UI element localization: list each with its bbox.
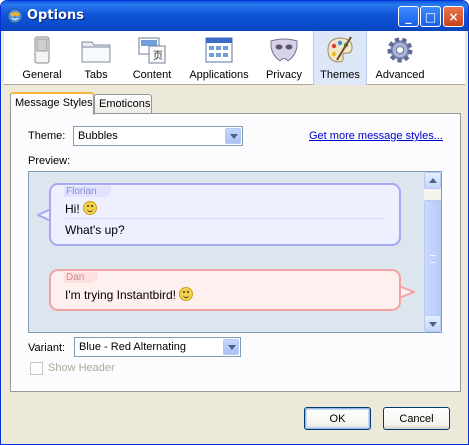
pane-tabs[interactable]: Tabs — [72, 31, 120, 85]
options-window: Options _ □ × General Tabs 页 Content App… — [0, 0, 469, 445]
tab-emoticons[interactable]: Emoticons — [94, 94, 152, 114]
pane-tabs-label: Tabs — [84, 69, 108, 81]
theme-select[interactable]: Bubbles — [73, 126, 243, 146]
pane-general-label: General — [22, 69, 62, 81]
close-button[interactable]: × — [443, 6, 464, 27]
pane-themes[interactable]: Themes — [313, 31, 367, 85]
chevron-down-icon[interactable] — [225, 128, 241, 144]
app-icon — [7, 8, 23, 24]
pane-applications[interactable]: Applications — [186, 31, 252, 85]
message-text: Hi! — [65, 202, 80, 216]
pane-advanced[interactable]: Advanced — [371, 31, 429, 85]
smiley-icon — [179, 287, 193, 301]
theme-select-value: Bubbles — [78, 130, 118, 142]
ok-button[interactable]: OK — [304, 407, 371, 430]
switch-icon — [34, 36, 50, 64]
pane-content-label: Content — [132, 69, 172, 81]
preview-label: Preview: — [28, 155, 71, 167]
bubble-tail — [399, 285, 415, 299]
maximize-button[interactable]: □ — [420, 6, 441, 27]
palette-icon — [327, 36, 353, 63]
close-icon: × — [448, 9, 459, 24]
pane-content[interactable]: 页 Content — [125, 31, 179, 85]
gear-icon — [387, 37, 413, 63]
preview-scrollbar[interactable] — [424, 172, 441, 332]
theme-label: Theme: — [28, 130, 66, 142]
message-line: I'm trying Instantbird! — [65, 287, 193, 302]
applications-icon — [205, 37, 233, 63]
scroll-thumb[interactable] — [424, 200, 441, 316]
pane-privacy[interactable]: Privacy — [259, 31, 309, 85]
message-line: Hi! — [65, 201, 97, 216]
maximize-icon: □ — [424, 9, 437, 24]
message-bubble-florian: Florian Hi! What's up? — [49, 183, 401, 246]
mask-icon — [270, 38, 298, 62]
pane-advanced-label: Advanced — [375, 69, 425, 81]
variant-select-value: Blue - Red Alternating — [79, 341, 187, 353]
variant-label: Variant: — [28, 342, 66, 354]
content-icon: 页 — [138, 37, 166, 64]
minimize-button[interactable]: _ — [398, 6, 419, 27]
pane-themes-label: Themes — [320, 69, 360, 81]
message-line: What's up? — [65, 223, 125, 237]
pane-privacy-label: Privacy — [265, 69, 303, 81]
scroll-up-icon[interactable] — [424, 172, 441, 189]
tabs-folder-icon — [81, 41, 111, 63]
message-bubble-dan: Dan I'm trying Instantbird! — [49, 269, 401, 311]
tab-message-styles[interactable]: Message Styles — [10, 92, 94, 115]
sender-name: Florian — [64, 186, 111, 197]
pane-general[interactable]: General — [16, 31, 68, 85]
chevron-down-icon[interactable] — [223, 339, 239, 355]
minimize-icon: _ — [405, 9, 412, 24]
scroll-down-icon[interactable] — [424, 315, 441, 332]
pane-applications-label: Applications — [189, 69, 249, 81]
show-header-label: Show Header — [48, 362, 115, 374]
prefpane-toolbar: General Tabs 页 Content Applications Priv… — [4, 31, 465, 85]
message-separator — [65, 218, 385, 219]
preview-pane[interactable]: Florian Hi! What's up? Dan I'm trying In… — [28, 171, 442, 333]
show-header-checkbox[interactable] — [30, 362, 43, 375]
cancel-button[interactable]: Cancel — [383, 407, 450, 430]
message-text: I'm trying Instantbird! — [65, 288, 176, 302]
variant-select[interactable]: Blue - Red Alternating — [74, 337, 241, 357]
smiley-icon — [82, 201, 97, 215]
get-more-styles-link[interactable]: Get more message styles... — [309, 130, 443, 142]
svg-text:页: 页 — [153, 50, 163, 62]
window-title: Options — [27, 8, 84, 23]
sender-name: Dan — [64, 272, 99, 283]
title-bar[interactable]: Options _ □ × — [1, 1, 468, 31]
